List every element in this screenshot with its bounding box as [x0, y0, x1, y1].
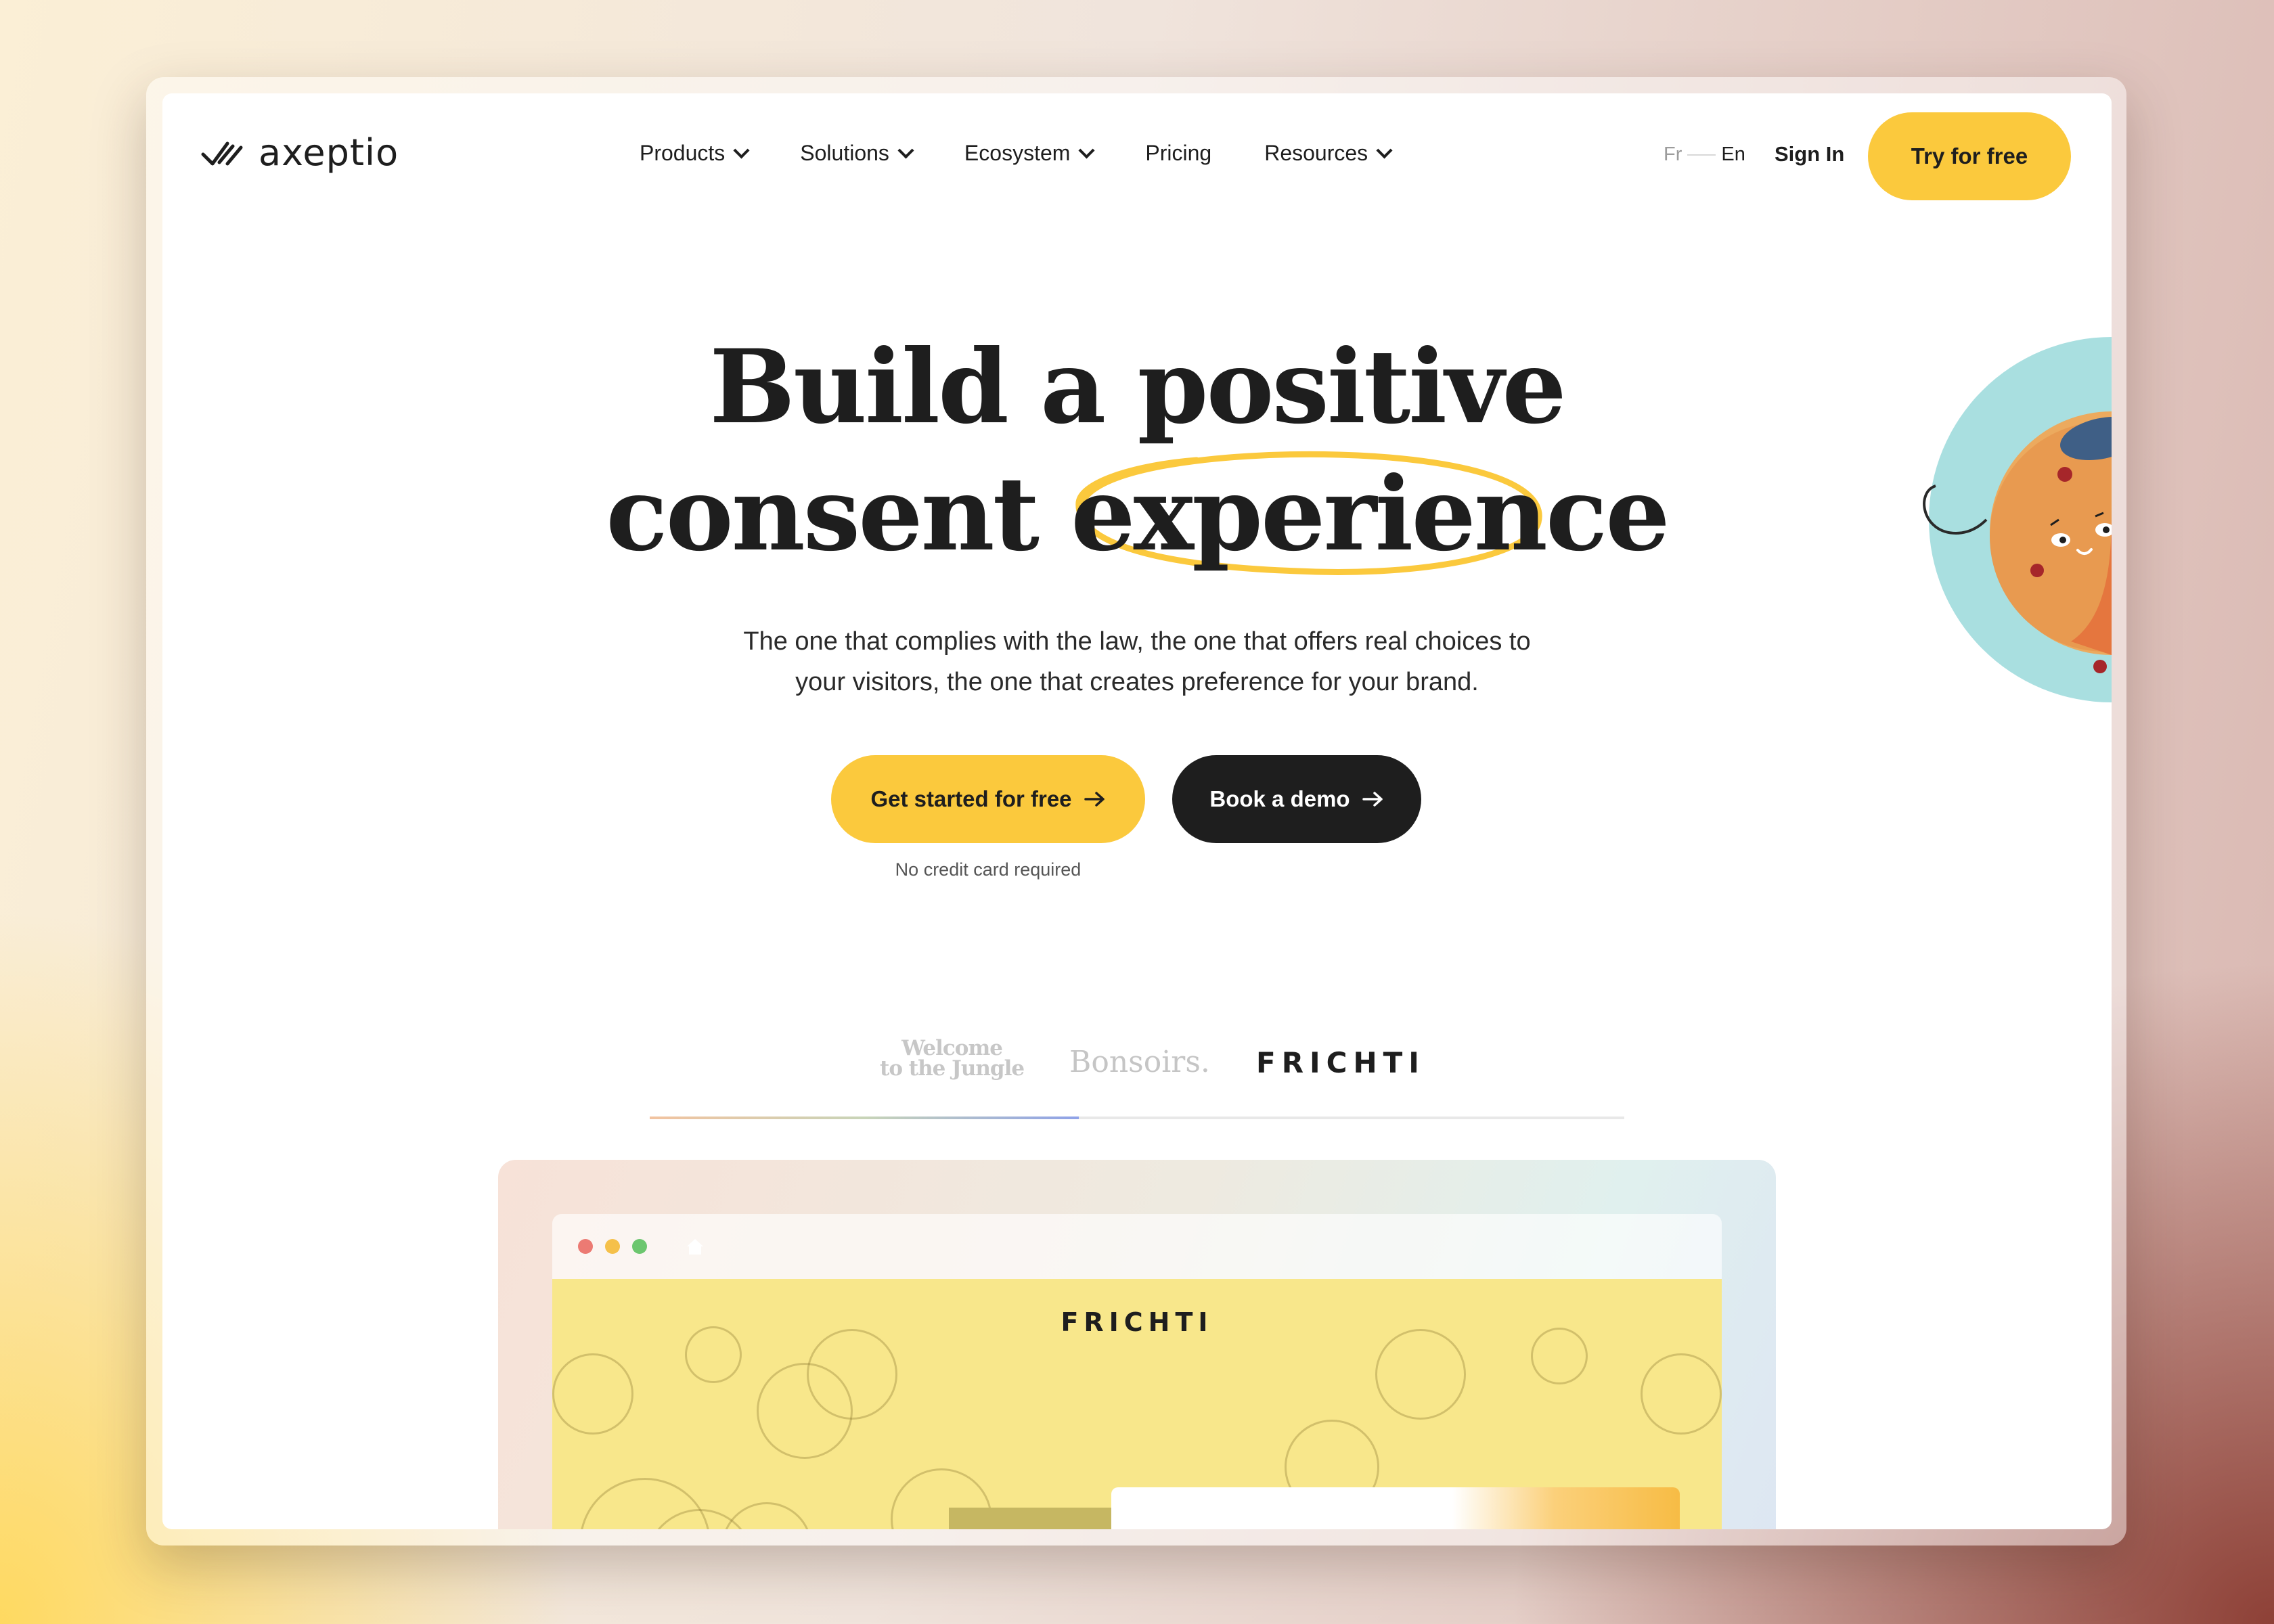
main-nav: Products Solutions Ecosystem Pricing Res…	[640, 141, 1443, 166]
nav-item-label: Solutions	[800, 141, 889, 165]
lang-en-option[interactable]: En	[1721, 143, 1745, 166]
logo-tab-frichti[interactable]: FRICHTI	[1256, 1046, 1425, 1079]
logo-wordmark: axeptio	[259, 131, 399, 174]
logo-tabs-progress	[650, 1116, 1079, 1119]
window-maximize-dot	[632, 1239, 647, 1254]
decor-bubble	[721, 1502, 812, 1529]
hero-subtitle-line2: your visitors, the one that creates pref…	[795, 668, 1479, 696]
nav-item-pricing[interactable]: Pricing	[1145, 141, 1211, 166]
logo-tab-welcome-to-the-jungle[interactable]: Welcome to the Jungle	[880, 1038, 1025, 1081]
browser-window: axeptio Products Solutions Ecosystem Pri…	[162, 93, 2112, 1529]
window-minimize-dot	[605, 1239, 620, 1254]
wttj-line2: to the Jungle	[880, 1056, 1025, 1081]
hero-title-highlight: experience	[1071, 451, 1670, 578]
home-icon	[687, 1239, 703, 1255]
language-switcher: Fr En	[1664, 143, 1745, 166]
sign-in-link[interactable]: Sign In	[1775, 142, 1844, 166]
book-demo-label: Book a demo	[1209, 786, 1350, 811]
hero-title: Build a positive consent experience	[162, 323, 2112, 578]
get-started-label: Get started for free	[870, 786, 1072, 811]
nav-item-label: Pricing	[1145, 141, 1212, 165]
decor-bubble	[1641, 1353, 1722, 1435]
preview-site-logo: FRICHTI	[1061, 1307, 1213, 1337]
nav-item-products[interactable]: Products	[640, 141, 750, 166]
arrow-right-icon	[1084, 792, 1105, 807]
no-credit-card-note: No credit card required	[895, 859, 1082, 880]
nav-item-label: Ecosystem	[964, 141, 1071, 165]
product-preview: FRICHTI	[498, 1160, 1776, 1529]
nav-item-resources[interactable]: Resources	[1264, 141, 1393, 166]
decor-bubble	[807, 1329, 897, 1420]
logo[interactable]: axeptio	[200, 131, 399, 174]
nav-item-label: Resources	[1264, 141, 1368, 165]
try-for-free-button[interactable]: Try for free	[1868, 112, 2071, 200]
book-demo-button[interactable]: Book a demo	[1172, 755, 1421, 843]
hero-subtitle-line1: The one that complies with the law, the …	[743, 627, 1531, 656]
logo-tab-bonsoirs[interactable]: Bonsoirs.	[1069, 1045, 1210, 1079]
nav-item-solutions[interactable]: Solutions	[800, 141, 914, 166]
axeptio-check-icon	[201, 141, 243, 165]
chevron-down-icon	[1078, 142, 1095, 159]
preview-consent-widget	[1111, 1487, 1680, 1529]
chevron-down-icon	[733, 142, 750, 159]
nav-item-ecosystem[interactable]: Ecosystem	[964, 141, 1095, 166]
hero-title-line1: Build a positive	[709, 328, 1567, 447]
preview-site-banner	[949, 1508, 1118, 1529]
preview-site: FRICHTI	[552, 1279, 1722, 1529]
preview-browser-bar	[552, 1214, 1722, 1279]
hero-title-line2b: experience	[1071, 455, 1670, 574]
decor-bubble	[1375, 1329, 1466, 1420]
preview-browser: FRICHTI	[552, 1214, 1722, 1529]
lang-fr-option[interactable]: Fr	[1664, 143, 1682, 166]
decor-bubble	[552, 1353, 633, 1435]
hero-subtitle: The one that complies with the law, the …	[731, 621, 1543, 702]
chevron-down-icon	[1376, 142, 1393, 159]
nav-item-label: Products	[640, 141, 726, 165]
window-close-dot	[578, 1239, 593, 1254]
arrow-right-icon	[1362, 792, 1383, 807]
get-started-button[interactable]: Get started for free	[831, 755, 1145, 843]
chevron-down-icon	[897, 142, 914, 159]
lang-divider	[1687, 154, 1716, 156]
hero-title-line2a: consent	[606, 455, 1040, 574]
